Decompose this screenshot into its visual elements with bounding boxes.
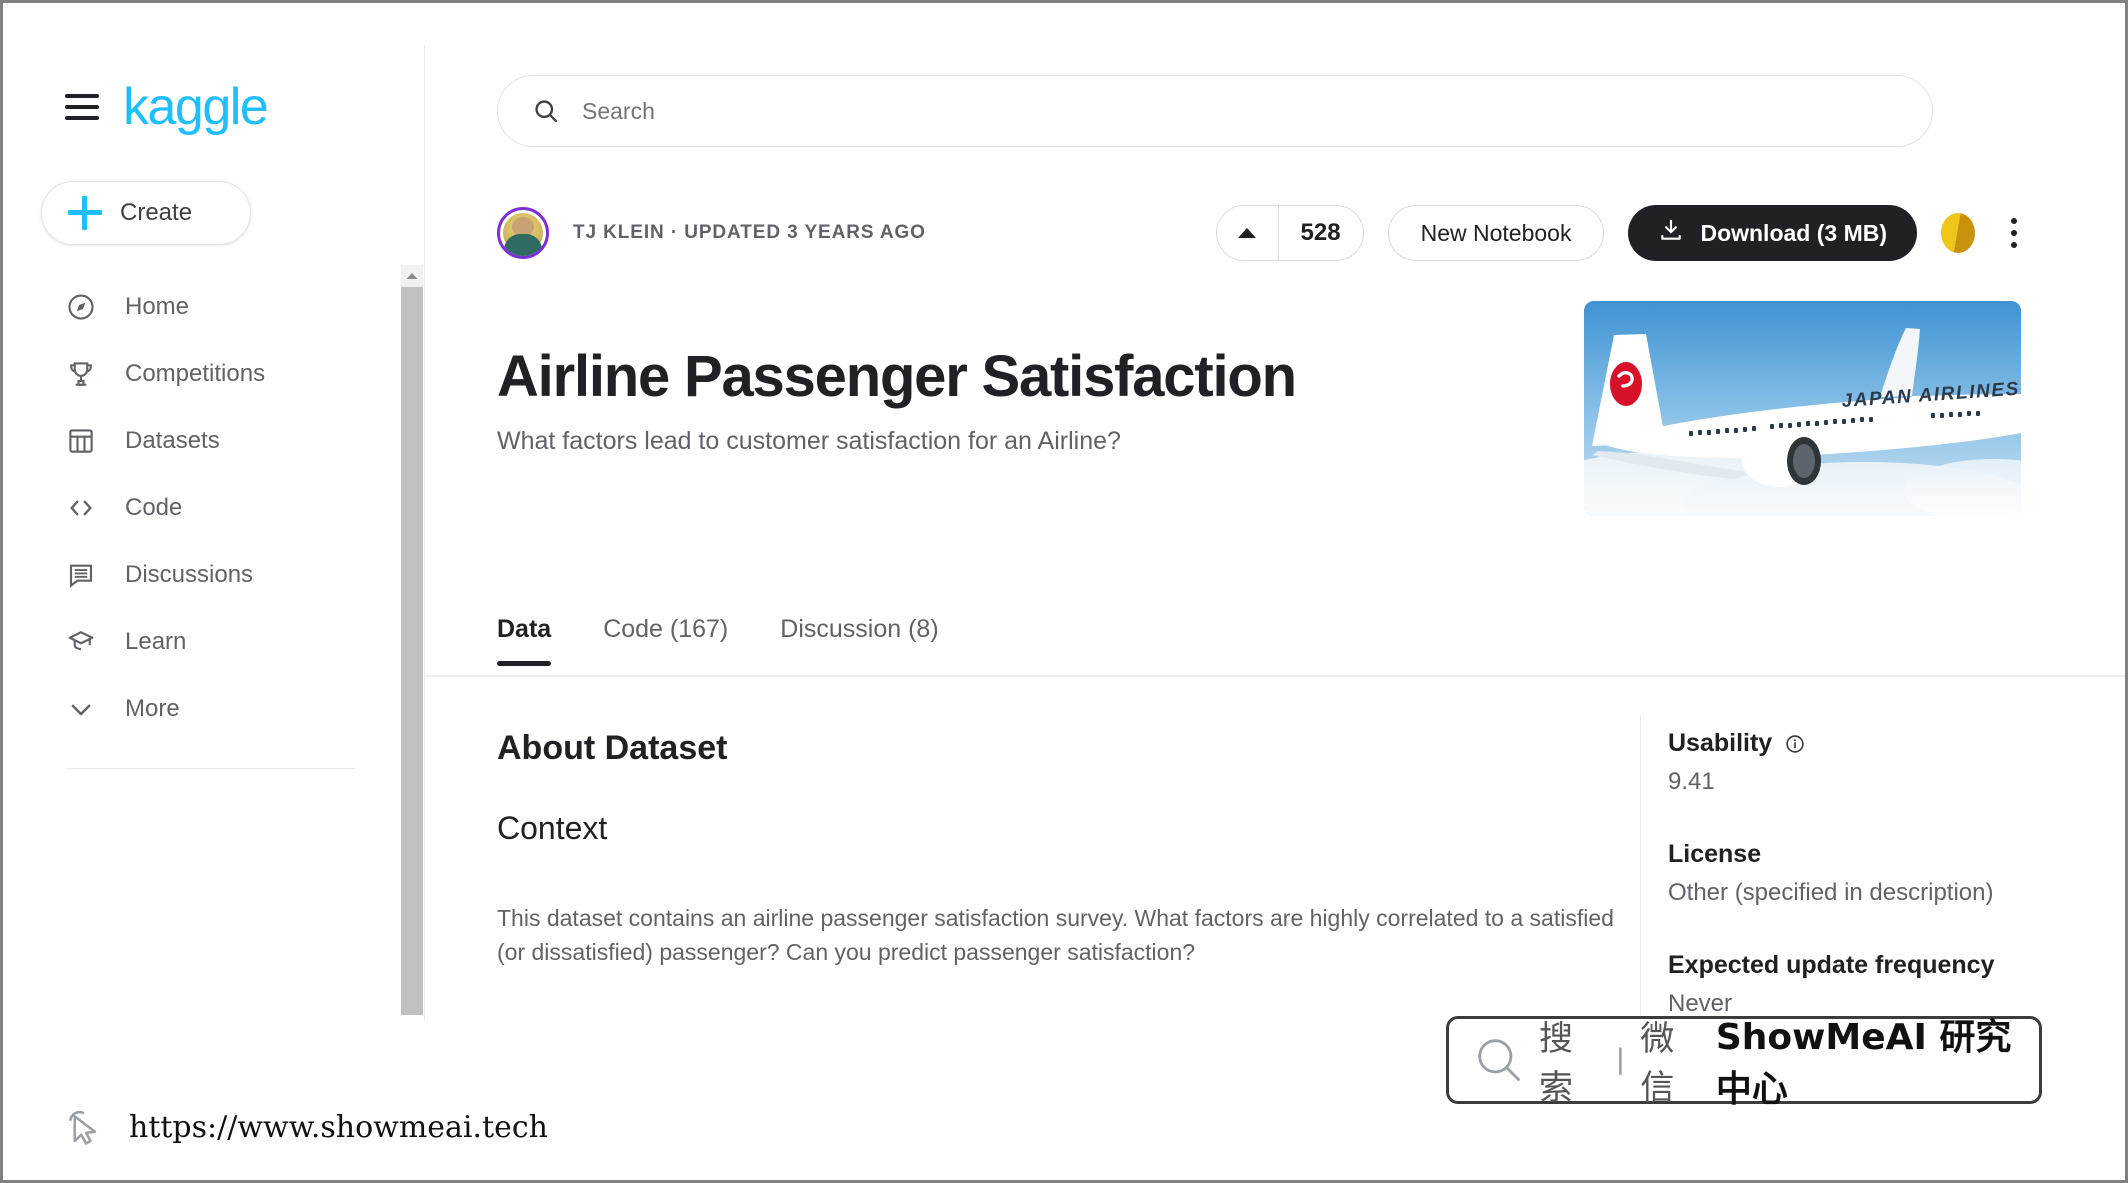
dataset-action-bar: 528 New Notebook Download (3 MB) — [1215, 199, 2029, 267]
search-bar[interactable] — [497, 75, 1933, 147]
tabs-underline-rule — [425, 675, 2125, 677]
code-brackets-icon — [65, 492, 97, 524]
tab-data[interactable]: Data — [497, 615, 552, 666]
watermark-separator: | — [1616, 1043, 1625, 1076]
upvote-pill[interactable]: 528 — [1215, 205, 1364, 261]
page-title: Airline Passenger Satisfaction — [497, 344, 1297, 409]
dataset-tabs: Data Code (167) Discussion (8) — [497, 615, 991, 666]
compass-icon — [65, 291, 97, 323]
search-box[interactable] — [497, 75, 1933, 147]
vote-count: 528 — [1300, 219, 1341, 246]
watermark-search-text: 搜索 — [1539, 1019, 1574, 1108]
metadata-label-row: Expected update frequency — [1668, 951, 2068, 980]
search-icon — [532, 97, 560, 125]
dataset-meta-text: TJ KLEIN · UPDATED 3 YEARS AGO — [573, 222, 926, 243]
metadata-usability: Usability 9.41 — [1668, 729, 2068, 796]
left-sidebar: kaggle Create Home Competitions Datasets… — [3, 3, 423, 1180]
trophy-icon — [65, 358, 97, 390]
kebab-menu-icon[interactable] — [1999, 210, 2029, 256]
kaggle-logo[interactable]: kaggle — [123, 81, 269, 133]
gold-medal-icon[interactable] — [1941, 213, 1975, 253]
sidebar-divider — [65, 768, 355, 769]
magnifier-icon — [1473, 1034, 1525, 1086]
sidebar-item-label: Home — [125, 292, 190, 320]
sidebar-item-label: Discussions — [125, 560, 254, 588]
metadata-license: License Other (specified in description) — [1668, 840, 2068, 907]
sidebar-item-label: Competitions — [125, 359, 266, 387]
sidebar-item-label: Learn — [125, 627, 187, 655]
vertical-scrollbar-thumb[interactable] — [401, 287, 423, 1015]
sidebar-item-label: Code — [125, 493, 183, 521]
search-input[interactable] — [582, 97, 1772, 125]
download-button[interactable]: Download (3 MB) — [1628, 205, 1917, 261]
graduation-cap-icon — [65, 626, 97, 658]
sidebar-item-more[interactable]: More — [3, 675, 423, 742]
sidebar-item-code[interactable]: Code — [3, 474, 423, 541]
tab-discussion[interactable]: Discussion (8) — [780, 615, 938, 666]
metadata-divider — [1640, 715, 1641, 1035]
metadata-value: Other (specified in description) — [1668, 879, 1994, 906]
download-icon — [1658, 217, 1684, 249]
comment-icon — [65, 559, 97, 591]
sidebar-item-competitions[interactable]: Competitions — [3, 340, 423, 407]
hamburger-menu-icon[interactable] — [65, 94, 99, 120]
showmeai-watermark-badge: 搜索 | 微信 ShowMeAI 研究中心 — [1446, 1016, 2042, 1110]
create-button-label: Create — [120, 199, 193, 226]
metadata-label-row: License — [1668, 840, 2068, 869]
create-button[interactable]: Create — [41, 181, 251, 245]
metadata-label: Usability — [1668, 729, 1773, 757]
context-paragraph: This dataset contains an airline passeng… — [497, 905, 1614, 965]
plus-icon — [68, 196, 102, 230]
new-notebook-button[interactable]: New Notebook — [1387, 205, 1605, 261]
metadata-value: 9.41 — [1668, 768, 1715, 795]
main-content: TJ KLEIN · UPDATED 3 YEARS AGO 528 New N… — [425, 3, 2125, 1180]
metadata-label: Expected update frequency — [1668, 951, 1995, 979]
watermark-brand-text: ShowMeAI 研究中心 — [1715, 1017, 2012, 1110]
sidebar-nav: Home Competitions Datasets Code Discussi… — [3, 273, 423, 742]
tab-code[interactable]: Code (167) — [603, 615, 728, 666]
caret-up-icon[interactable] — [1217, 206, 1279, 260]
sidebar-item-learn[interactable]: Learn — [3, 608, 423, 675]
dataset-hero-image: JAPAN AIRLINES — [1584, 301, 2021, 516]
sidebar-item-label: Datasets — [125, 426, 220, 454]
context-heading: Context — [497, 810, 608, 846]
metadata-label-row: Usability — [1668, 729, 2068, 758]
watermark-wechat-text: 微信 — [1640, 1019, 1676, 1108]
sidebar-item-discussions[interactable]: Discussions — [3, 541, 423, 608]
metadata-label: License — [1668, 840, 1762, 868]
brand-row: kaggle — [3, 75, 423, 139]
about-dataset-heading: About Dataset — [497, 729, 728, 767]
footer-url-row: https://www.showmeai.tech — [63, 1105, 548, 1149]
page-subtitle: What factors lead to customer satisfacti… — [497, 427, 1121, 455]
cursor-pointer-icon — [63, 1105, 107, 1149]
sidebar-item-datasets[interactable]: Datasets — [3, 407, 423, 474]
avatar[interactable] — [497, 207, 549, 259]
app-window: kaggle Create Home Competitions Datasets… — [0, 0, 2128, 1183]
download-button-label: Download (3 MB) — [1700, 219, 1887, 246]
chevron-down-icon — [65, 693, 97, 725]
info-icon[interactable] — [1784, 733, 1806, 755]
footer-url-text: https://www.showmeai.tech — [129, 1109, 548, 1145]
scroll-up-arrow-icon[interactable] — [401, 265, 423, 287]
sidebar-item-label: More — [125, 694, 180, 722]
table-icon — [65, 425, 97, 457]
sidebar-item-home[interactable]: Home — [3, 273, 423, 340]
